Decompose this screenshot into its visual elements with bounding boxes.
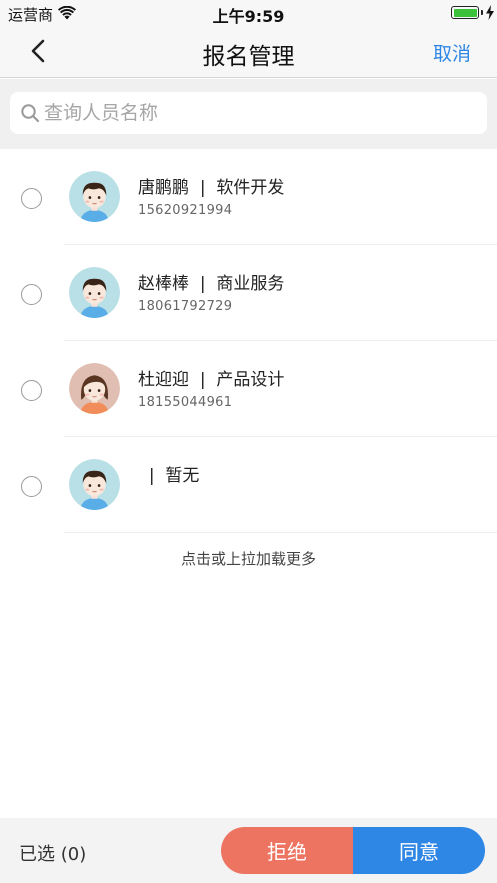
cancel-button[interactable]: 取消: [433, 39, 471, 66]
bottom-action-bar: 已选 (0) 拒绝 同意: [0, 818, 497, 883]
selected-number: (0): [60, 844, 87, 865]
battery-icon: [451, 6, 479, 19]
name-separator: |: [199, 178, 206, 198]
name-separator: |: [199, 274, 206, 294]
search-icon: [21, 104, 40, 123]
list-item[interactable]: | 暂无: [0, 437, 497, 533]
applicant-department: 软件开发: [216, 178, 285, 198]
applicant-name: 赵棒棒: [138, 274, 189, 294]
status-time: 上午9:59: [212, 7, 285, 26]
nav-bar: 报名管理 取消: [0, 26, 497, 78]
applicant-name-line: | 暂无: [138, 461, 200, 486]
select-radio[interactable]: [21, 188, 42, 209]
applicant-name-line: 唐鹏鹏 | 软件开发: [138, 173, 284, 198]
search-box[interactable]: [10, 92, 487, 134]
applicant-department: 商业服务: [216, 274, 285, 294]
male-avatar-icon: [69, 267, 120, 318]
selected-count: 已选 (0): [19, 840, 86, 866]
applicant-department: 暂无: [165, 466, 200, 486]
male-avatar-icon: [69, 459, 120, 510]
applicant-name-line: 杜迎迎 | 产品设计: [138, 365, 284, 390]
applicant-phone: 15620921994: [138, 203, 233, 218]
applicant-name: 唐鹏鹏: [138, 178, 189, 198]
agree-button[interactable]: 同意: [353, 827, 485, 874]
applicant-phone: 18061792729: [138, 299, 233, 314]
battery-tip: [481, 10, 483, 15]
list-item[interactable]: 赵棒棒 | 商业服务 18061792729: [0, 245, 497, 341]
reject-button[interactable]: 拒绝: [221, 827, 353, 874]
applicant-list: 唐鹏鹏 | 软件开发 15620921994 赵棒棒 | 商业服务 180617…: [0, 149, 497, 533]
applicant-department: 产品设计: [216, 370, 285, 390]
list-item[interactable]: 唐鹏鹏 | 软件开发 15620921994: [0, 149, 497, 245]
name-separator: |: [199, 370, 206, 390]
select-radio[interactable]: [21, 380, 42, 401]
applicant-name-line: 赵棒棒 | 商业服务: [138, 269, 284, 294]
list-divider: [64, 532, 497, 533]
status-bar: 运营商 上午9:59: [0, 0, 497, 26]
action-button-group: 拒绝 同意: [221, 827, 485, 874]
name-separator: |: [148, 466, 155, 486]
search-area: [0, 79, 497, 149]
bolt-icon: [486, 5, 494, 20]
select-radio[interactable]: [21, 284, 42, 305]
applicant-name: 杜迎迎: [138, 370, 189, 390]
female-avatar-icon: [69, 363, 120, 414]
select-radio[interactable]: [21, 476, 42, 497]
load-more-link[interactable]: 点击或上拉加载更多: [0, 548, 497, 569]
list-item[interactable]: 杜迎迎 | 产品设计 18155044961: [0, 341, 497, 437]
search-input[interactable]: [44, 92, 474, 134]
male-avatar-icon: [69, 171, 120, 222]
applicant-phone: 18155044961: [138, 395, 233, 410]
page-title: 报名管理: [202, 44, 295, 70]
selected-label: 已选: [19, 844, 55, 865]
